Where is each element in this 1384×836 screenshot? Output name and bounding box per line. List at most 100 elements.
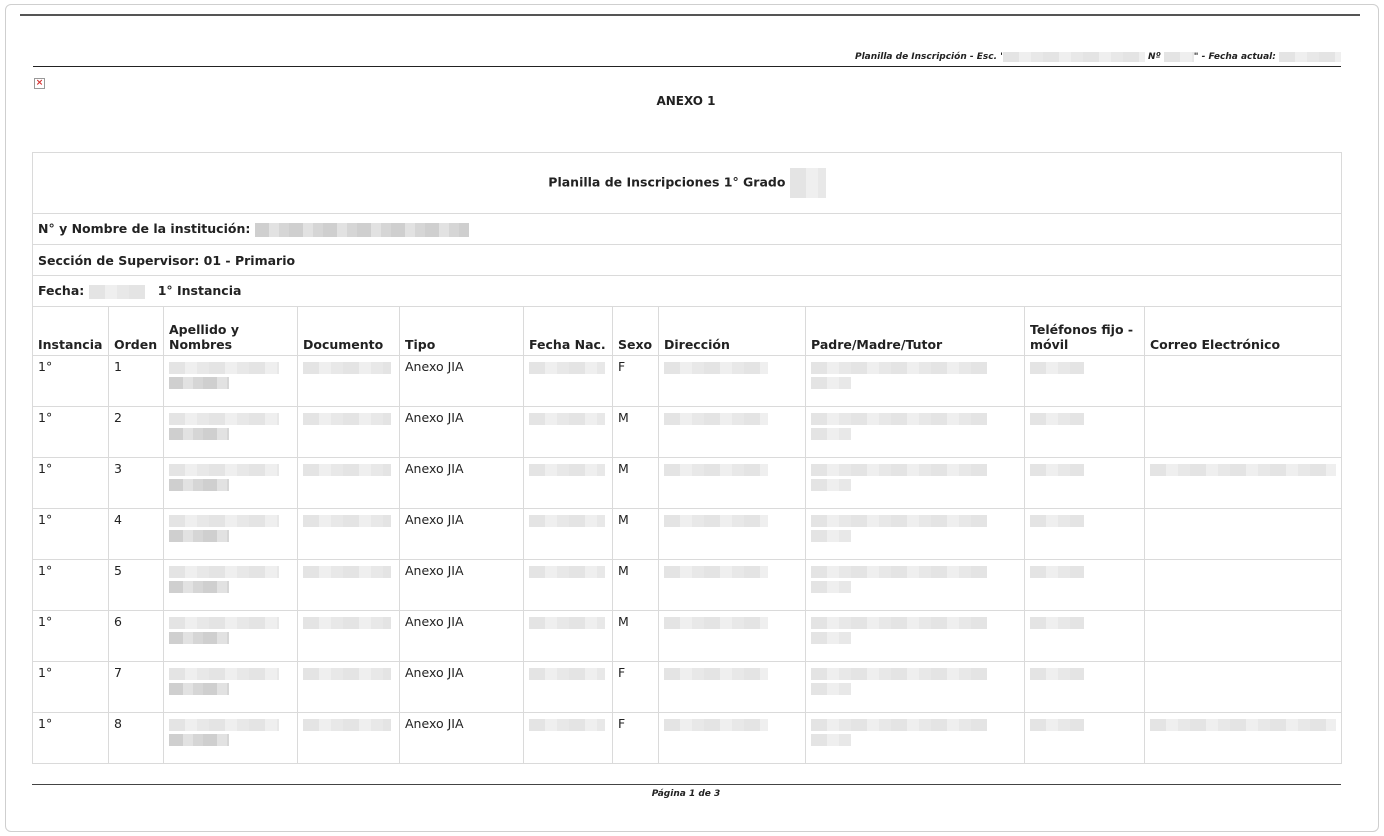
table-row: 1° 7 Anexo JIA F <box>32 661 1343 713</box>
cell-tutor <box>805 355 1025 407</box>
redacted-value <box>664 464 768 476</box>
cell-documento <box>297 661 400 713</box>
cell-direccion <box>658 457 806 509</box>
annex-title: ANEXO 1 <box>656 94 716 108</box>
cell-correo <box>1143 355 1343 407</box>
redacted-value <box>529 515 605 527</box>
redacted-value <box>811 464 987 476</box>
cell-fecha-nac <box>523 559 613 611</box>
institution-row: N° y Nombre de la institución: <box>31 213 1343 245</box>
redacted-value <box>811 668 987 680</box>
redacted-value <box>811 632 851 644</box>
cell-telefonos <box>1024 406 1145 458</box>
table-row: 1° 4 Anexo JIA M <box>32 508 1343 560</box>
redacted-institution <box>254 222 469 237</box>
cell-sexo: M <box>612 610 659 662</box>
redacted-value <box>811 566 987 578</box>
redacted-value <box>811 377 851 389</box>
redacted-value <box>664 668 768 680</box>
col-orden: Orden <box>108 306 164 356</box>
redacted-value <box>529 362 605 374</box>
header-number-label: Nº <box>1148 52 1161 62</box>
cell-orden: 2 <box>108 406 164 458</box>
cell-direccion <box>658 610 806 662</box>
cell-correo <box>1143 406 1343 458</box>
redacted-value <box>811 515 987 527</box>
cell-sexo: F <box>612 355 659 407</box>
redacted-value <box>169 479 229 491</box>
redacted-value <box>664 362 768 374</box>
cell-orden: 8 <box>108 712 164 764</box>
col-tipo: Tipo <box>399 306 524 356</box>
header-school-label: Planilla de Inscripción - Esc. ' <box>855 52 1003 62</box>
cell-instancia: 1° <box>32 457 109 509</box>
cell-direccion <box>658 406 806 458</box>
col-fecha-nac: Fecha Nac. <box>523 306 613 356</box>
cell-telefonos <box>1024 457 1145 509</box>
redacted-value <box>664 413 768 425</box>
cell-telefonos <box>1024 661 1145 713</box>
redacted-value <box>1150 464 1336 476</box>
cell-nombres <box>163 559 298 611</box>
sheet-title: Planilla de Inscripciones 1° Grado <box>548 174 786 190</box>
cell-orden: 6 <box>108 610 164 662</box>
col-documento: Documento <box>297 306 400 356</box>
cell-instancia: 1° <box>32 406 109 458</box>
redacted-value <box>1030 413 1084 425</box>
top-divider <box>20 14 1360 16</box>
cell-nombres <box>163 712 298 764</box>
redacted-value <box>1030 464 1084 476</box>
cell-fecha-nac <box>523 712 613 764</box>
redacted-value <box>303 566 391 578</box>
redacted-value <box>529 617 605 629</box>
cell-tutor <box>805 457 1025 509</box>
redacted-value <box>169 683 229 695</box>
page-header: Planilla de Inscripción - Esc. ' Nº " - … <box>33 50 1341 67</box>
cell-fecha-nac <box>523 355 613 407</box>
redacted-value <box>1030 362 1084 374</box>
col-tutor: Padre/Madre/Tutor <box>805 306 1025 356</box>
cell-tipo: Anexo JIA <box>399 508 524 560</box>
cell-direccion <box>658 712 806 764</box>
redacted-value <box>169 734 229 746</box>
cell-orden: 4 <box>108 508 164 560</box>
cell-sexo: M <box>612 508 659 560</box>
cell-sexo: M <box>612 559 659 611</box>
redacted-value <box>811 479 851 491</box>
footer-divider <box>32 784 1341 785</box>
redacted-value <box>169 428 229 440</box>
redacted-value <box>529 413 605 425</box>
redacted-value <box>1030 617 1084 629</box>
cell-tutor <box>805 508 1025 560</box>
redacted-value <box>811 683 851 695</box>
cell-direccion <box>658 508 806 560</box>
cell-tipo: Anexo JIA <box>399 559 524 611</box>
page-number: Página 1 de 3 <box>651 789 721 799</box>
cell-nombres <box>163 406 298 458</box>
redacted-value <box>811 581 851 593</box>
cell-telefonos <box>1024 559 1145 611</box>
redacted-value <box>169 515 279 527</box>
redacted-value <box>664 515 768 527</box>
redacted-value <box>1030 515 1084 527</box>
cell-direccion <box>658 661 806 713</box>
redacted-school-name <box>1002 51 1145 62</box>
redacted-value <box>169 719 279 731</box>
date-row: Fecha: 1° Instancia <box>31 275 1343 307</box>
cell-tutor <box>805 712 1025 764</box>
redacted-value <box>169 617 279 629</box>
institution-label: N° y Nombre de la institución: <box>38 221 251 237</box>
redacted-value <box>303 719 391 731</box>
redacted-value <box>811 719 987 731</box>
table-row: 1° 6 Anexo JIA M <box>32 610 1343 662</box>
redacted-value <box>811 734 851 746</box>
cell-correo <box>1143 610 1343 662</box>
cell-documento <box>297 610 400 662</box>
cell-sexo: M <box>612 406 659 458</box>
redacted-value <box>303 515 391 527</box>
redacted-value <box>1030 719 1084 731</box>
table-row: 1° 8 Anexo JIA F <box>32 712 1343 764</box>
cell-documento <box>297 508 400 560</box>
redacted-value <box>169 377 229 389</box>
col-nombres: Apellido y Nombres <box>163 306 298 356</box>
